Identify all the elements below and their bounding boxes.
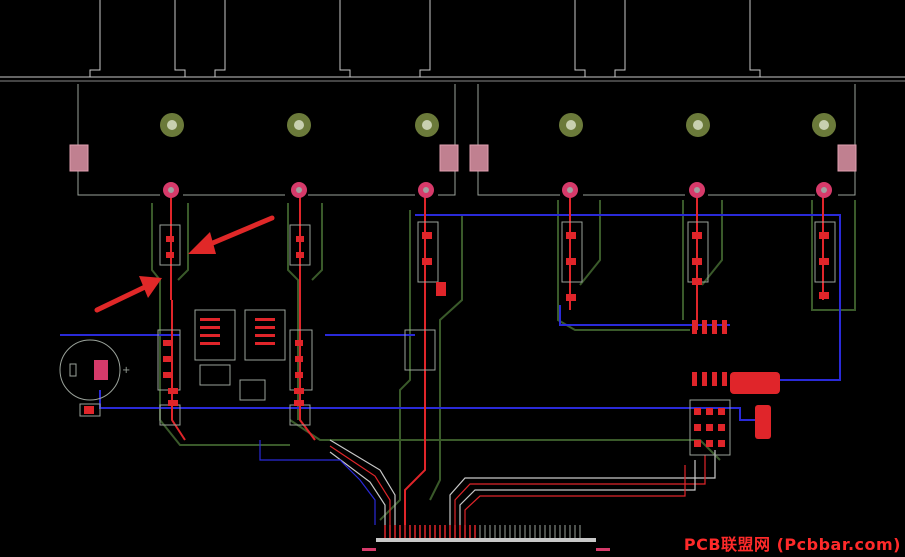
annotation-arrow-icon: [188, 215, 275, 254]
via-icon: [291, 182, 307, 198]
capacitor-footprint: [59, 339, 121, 417]
pcb-canvas[interactable]: +: [0, 0, 905, 557]
bottom-connector: [362, 525, 610, 551]
via-icon: [418, 182, 434, 198]
via-icon: [689, 182, 705, 198]
annotation-arrows: [94, 215, 275, 313]
mounting-hole-icon: [160, 113, 184, 137]
vias: [163, 182, 832, 198]
mounting-hole-icon: [812, 113, 836, 137]
via-icon: [562, 182, 578, 198]
smd-components: [157, 221, 836, 456]
mounting-holes: [160, 113, 836, 137]
smd-pads: [163, 232, 829, 447]
via-icon: [816, 182, 832, 198]
top-copper-traces: [170, 190, 824, 525]
mounting-hole-icon: [559, 113, 583, 137]
board-outline: [0, 0, 905, 82]
watermark-text: PCB联盟网 (Pcbbar.com): [683, 535, 901, 554]
connector-outlines: [77, 84, 856, 196]
polarity-plus-icon: +: [122, 365, 130, 376]
mounting-hole-icon: [415, 113, 439, 137]
mounting-hole-icon: [686, 113, 710, 137]
bus-traces: [259, 439, 716, 525]
annotation-arrow-icon: [94, 276, 162, 313]
mounting-hole-icon: [287, 113, 311, 137]
via-icon: [163, 182, 179, 198]
connector-pads: [69, 144, 857, 172]
